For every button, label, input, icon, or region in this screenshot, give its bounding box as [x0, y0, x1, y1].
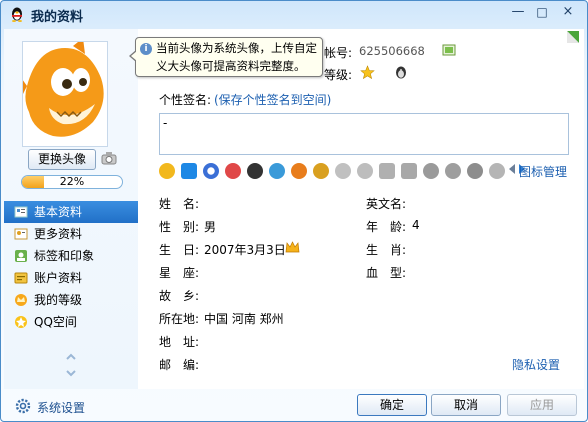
- account-label: 帐号:: [324, 46, 353, 60]
- profile-card-icon: [14, 206, 28, 218]
- apply-button[interactable]: 应用: [507, 394, 577, 416]
- shield-plus-icon[interactable]: [401, 163, 417, 179]
- ok-button[interactable]: 确定: [357, 394, 427, 416]
- hometown-label: 故 乡:: [159, 289, 200, 303]
- sidebar-item-label: 我的等级: [34, 293, 83, 307]
- age-label: 年 龄:: [366, 220, 407, 234]
- music-icon[interactable]: [203, 163, 219, 179]
- birthday-crown-icon: [285, 241, 300, 253]
- sidebar-nav: 基本资料 更多资料 标签和印象 账户资料 我的等级 QQ空间: [4, 201, 138, 333]
- qq-show-icon[interactable]: [159, 163, 175, 179]
- title-bar[interactable]: 我的资料 — □ ×: [1, 1, 587, 27]
- pet-icon[interactable]: [269, 163, 285, 179]
- corner-fold-icon[interactable]: [565, 29, 581, 45]
- profile-window: 我的资料 — □ × 更换头像 22% 基本资料 更多资料 标签和印象 账户资料…: [0, 0, 588, 422]
- tooltip-text: 当前头像为系统头像，上传自定义大头像可提高资料完整度。: [156, 41, 317, 73]
- constellation-label: 星 座:: [159, 266, 200, 280]
- penguin-status-icon[interactable]: [393, 64, 409, 80]
- diamond-icon[interactable]: [489, 163, 505, 179]
- postal-label: 邮 编:: [159, 358, 200, 372]
- shield-icon[interactable]: [379, 163, 395, 179]
- level-label: 等级:: [324, 68, 353, 82]
- birthday-value: 2007年3月3日: [204, 243, 286, 257]
- location-value: 中国 河南 郑州: [204, 312, 284, 326]
- avatar-tooltip: i 当前头像为系统头像，上传自定义大头像可提高资料完整度。: [129, 37, 323, 77]
- prev-icon[interactable]: [509, 164, 515, 174]
- sidebar-item-label: QQ空间: [34, 315, 77, 329]
- more-info-icon: [14, 228, 28, 240]
- privacy-settings-link[interactable]: 隐私设置: [512, 356, 560, 373]
- penguin-grey-icon[interactable]: [423, 163, 439, 179]
- birthday-label: 生 日:: [159, 243, 200, 257]
- qq-penguin-icon: [12, 7, 22, 22]
- zodiac-label: 生 肖:: [366, 243, 407, 257]
- sidebar-item-more-info[interactable]: 更多资料: [4, 223, 138, 245]
- save-signature-link[interactable]: (保存个性签名到空间): [214, 91, 331, 108]
- avatar[interactable]: [17, 38, 108, 147]
- sidebar-item-qzone[interactable]: QQ空间: [4, 311, 138, 333]
- game-icon[interactable]: [225, 163, 241, 179]
- footer-bar: 系统设置 确定 取消 应用: [1, 389, 587, 421]
- account-icon: [14, 272, 28, 284]
- system-settings-link[interactable]: 系统设置: [37, 399, 85, 416]
- face-icon[interactable]: [357, 163, 373, 179]
- sidebar-item-basic-info[interactable]: 基本资料: [4, 201, 138, 223]
- sidebar-item-level[interactable]: 我的等级: [4, 289, 138, 311]
- english-name-label: 英文名:: [366, 197, 407, 211]
- gender-label: 性 别:: [159, 220, 200, 234]
- refresh-icon[interactable]: [467, 163, 483, 179]
- qq-game-icon[interactable]: [291, 163, 307, 179]
- sidebar-item-label: 标签和印象: [34, 249, 95, 263]
- tooltip-arrow-inner: [131, 51, 137, 61]
- profile-completeness-bar: 22%: [21, 175, 123, 189]
- star-level-icon[interactable]: [360, 65, 375, 80]
- fish-avatar-icon: [17, 38, 107, 146]
- signature-input[interactable]: -: [159, 113, 569, 155]
- camera-icon[interactable]: [100, 149, 118, 167]
- content-panel: 更换头像 22% 基本资料 更多资料 标签和印象 账户资料 我的等级 QQ空间 …: [4, 29, 584, 389]
- name-label: 姓 名:: [159, 197, 200, 211]
- paipai-icon[interactable]: [181, 163, 197, 179]
- level-crown-icon: [15, 294, 27, 306]
- pai-icon[interactable]: [445, 163, 461, 179]
- qzone-icon: [15, 316, 27, 328]
- age-value: 4: [412, 218, 420, 232]
- sidebar-item-label: 账户资料: [34, 271, 83, 285]
- sidebar-item-label: 基本资料: [34, 205, 83, 219]
- sidebar-item-account[interactable]: 账户资料: [4, 267, 138, 289]
- sidebar-item-label: 更多资料: [34, 227, 83, 241]
- window-title: 我的资料: [31, 10, 84, 25]
- info-icon: i: [140, 43, 152, 55]
- gender-value: 男: [204, 220, 217, 234]
- dog-icon[interactable]: [313, 163, 329, 179]
- progress-label: 22%: [59, 175, 85, 188]
- copy-icon[interactable]: [442, 43, 456, 57]
- tag-icon: [15, 250, 27, 262]
- sidebar-item-tags[interactable]: 标签和印象: [4, 245, 138, 267]
- left-column: 更换头像 22% 基本资料 更多资料 标签和印象 账户资料 我的等级 QQ空间: [4, 29, 138, 389]
- maximize-button[interactable]: □: [531, 3, 553, 21]
- change-avatar-button[interactable]: 更换头像: [28, 149, 96, 170]
- penguin-icon[interactable]: [247, 163, 263, 179]
- location-label: 所在地:: [159, 312, 200, 326]
- cancel-button[interactable]: 取消: [431, 394, 501, 416]
- minimize-button[interactable]: —: [507, 3, 529, 21]
- close-button[interactable]: ×: [557, 3, 579, 21]
- icon-manage-link[interactable]: 图标管理: [519, 163, 567, 180]
- account-value: 625506668: [359, 44, 425, 58]
- heart-icon[interactable]: [335, 163, 351, 179]
- signature-label: 个性签名:: [159, 93, 212, 107]
- gear-icon[interactable]: [15, 398, 31, 414]
- scroll-arrows-icon[interactable]: [64, 351, 78, 381]
- blood-label: 血 型:: [366, 266, 407, 280]
- address-label: 地 址:: [159, 335, 200, 349]
